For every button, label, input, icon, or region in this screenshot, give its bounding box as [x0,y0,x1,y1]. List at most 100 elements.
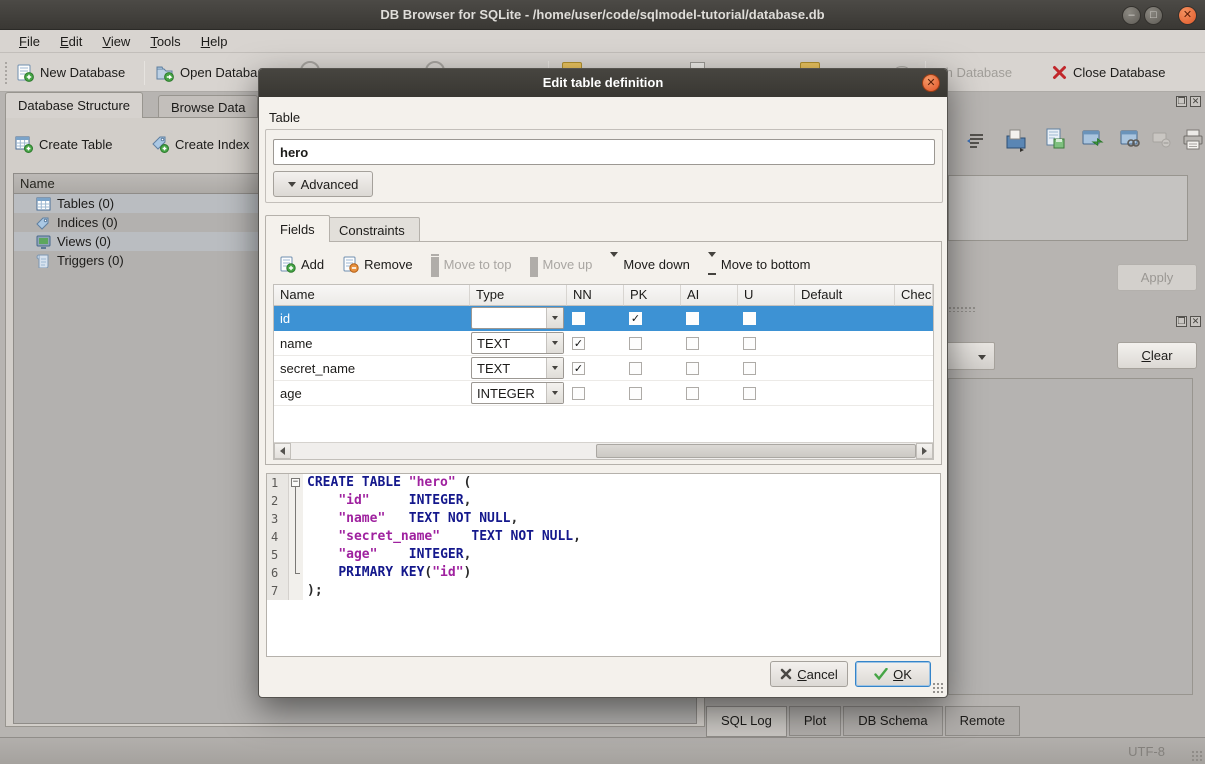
field-row-secret_name[interactable]: secret_nameTEXT ✓ [274,356,933,381]
column-header-type[interactable]: Type [470,285,567,306]
minimize-icon[interactable]: – [1122,6,1141,25]
scroll-right-icon[interactable] [916,443,933,459]
field-type-combobox[interactable]: TEXT [471,357,564,379]
pk-checkbox[interactable] [629,362,642,375]
dialog-resize-grip[interactable] [932,682,944,694]
column-header-nn[interactable]: NN [567,285,624,306]
window-resize-grip[interactable] [1191,750,1203,762]
tab-database-structure[interactable]: Database Structure [5,92,143,118]
nn-checkbox[interactable]: ✓ [572,337,585,350]
fields-table-header[interactable]: NameTypeNNPKAIUDefaultCheck [274,285,933,306]
ai-checkbox[interactable] [686,337,699,350]
close-database-button[interactable]: Close Database [1048,59,1170,86]
toolbar-grip[interactable] [4,61,8,85]
menu-file[interactable]: File [12,34,47,49]
nn-checkbox[interactable]: ✓ [572,362,585,375]
field-type-combobox[interactable]: TEXT [471,332,564,354]
close-icon[interactable]: ✕ [1178,6,1197,25]
app-window: DB Browser for SQLite - /home/user/code/… [0,0,1205,764]
column-header-name[interactable]: Name [274,285,470,306]
create-table-button[interactable]: Create Table [15,135,112,153]
dialog-close-icon[interactable]: ✕ [922,74,940,92]
field-name-cell[interactable]: secret_name [274,361,470,376]
dock2-close-icon[interactable]: ✕ [1190,316,1201,327]
field-name-cell[interactable]: name [274,336,470,351]
move-up-icon [530,257,538,272]
field-type-combobox[interactable]: INTEGER [471,307,564,329]
bottom-tab-db-schema[interactable]: DB Schema [843,706,942,736]
move-to-bottom-button[interactable]: Move to bottom [708,252,811,276]
table-name-input[interactable]: hero [273,139,935,165]
dock-close-icon[interactable]: ✕ [1190,96,1201,107]
scroll-left-icon[interactable] [274,443,291,459]
u-checkbox[interactable] [743,387,756,400]
word-wrap-icon[interactable] [966,130,986,150]
field-type-combobox[interactable]: INTEGER [471,382,564,404]
bottom-tab-remote[interactable]: Remote [945,706,1021,736]
menu-help[interactable]: Help [194,34,235,49]
import-data-icon[interactable] [1004,128,1028,152]
ai-checkbox[interactable] [686,312,699,325]
nn-checkbox[interactable] [572,387,585,400]
menu-tools[interactable]: Tools [143,34,187,49]
pk-checkbox[interactable] [629,337,642,350]
field-row-name[interactable]: nameTEXT ✓ [274,331,933,356]
field-name-cell[interactable]: id [274,311,470,326]
add-button[interactable]: Add [279,252,324,276]
tab-fields[interactable]: Fields [265,215,330,242]
new-database-button[interactable]: New Database [12,59,129,86]
export-data-icon[interactable] [1044,128,1066,150]
scrollbar-thumb[interactable] [596,444,916,458]
bottom-tab-sql-log[interactable]: SQL Log [706,706,787,737]
maximize-icon[interactable]: □ [1144,6,1163,25]
open-database-button[interactable]: Open Database [152,59,275,86]
column-header-ai[interactable]: AI [681,285,738,306]
fold-collapse-icon[interactable]: − [289,474,303,492]
field-name-cell[interactable]: age [274,386,470,401]
column-header-default[interactable]: Default [795,285,895,306]
tree-item-label: Tables (0) [57,196,114,211]
ai-checkbox[interactable] [686,362,699,375]
print-icon[interactable] [1182,129,1204,151]
column-header-u[interactable]: U [738,285,795,306]
tab-browse-data[interactable]: Browse Data [158,95,258,118]
pk-checkbox[interactable]: ✓ [629,312,642,325]
dock-splitter-handle[interactable] [948,306,976,312]
ok-button[interactable]: OK [855,661,931,687]
dialog-title-bar[interactable]: Edit table definition ✕ [259,69,947,97]
column-header-pk[interactable]: PK [624,285,681,306]
column-header-check[interactable]: Check [895,285,933,306]
menu-edit[interactable]: Edit [53,34,89,49]
menu-view[interactable]: View [95,34,137,49]
remove-button[interactable]: Remove [342,252,412,276]
dock-float-icon[interactable]: ❐ [1176,96,1187,107]
chevron-down-icon [978,355,986,360]
field-row-id[interactable]: idINTEGER ✓ [274,306,933,331]
nn-checkbox[interactable] [572,312,585,325]
link-cell-icon[interactable] [1120,129,1142,151]
pk-checkbox[interactable] [629,387,642,400]
sql-log-view[interactable] [948,378,1193,695]
dock2-float-icon[interactable]: ❐ [1176,316,1187,327]
trigger-icon [36,254,51,268]
move-down-button[interactable]: Move down [610,252,689,276]
u-checkbox[interactable] [743,362,756,375]
clear-button[interactable]: Clear [1117,342,1197,369]
u-checkbox[interactable] [743,337,756,350]
apply-button: Apply [1117,264,1197,291]
index-icon [36,216,51,230]
cancel-button[interactable]: Cancel [770,661,848,687]
ai-checkbox[interactable] [686,387,699,400]
create-index-button[interactable]: Create Index [151,135,249,153]
chevron-down-icon [546,308,563,328]
sql-preview[interactable]: 1−CREATE TABLE "hero" (2 "id" INTEGER,3 … [266,473,941,657]
horizontal-scrollbar[interactable] [274,442,933,459]
advanced-button[interactable]: Advanced [273,171,373,197]
bottom-tab-plot[interactable]: Plot [789,706,841,736]
encoding-indicator[interactable]: UTF-8 [1128,744,1165,759]
open-external-icon[interactable] [1082,129,1104,151]
edit-cell-textarea[interactable] [948,175,1188,241]
tab-constraints[interactable]: Constraints [324,217,420,242]
u-checkbox[interactable] [743,312,756,325]
field-row-age[interactable]: ageINTEGER [274,381,933,406]
